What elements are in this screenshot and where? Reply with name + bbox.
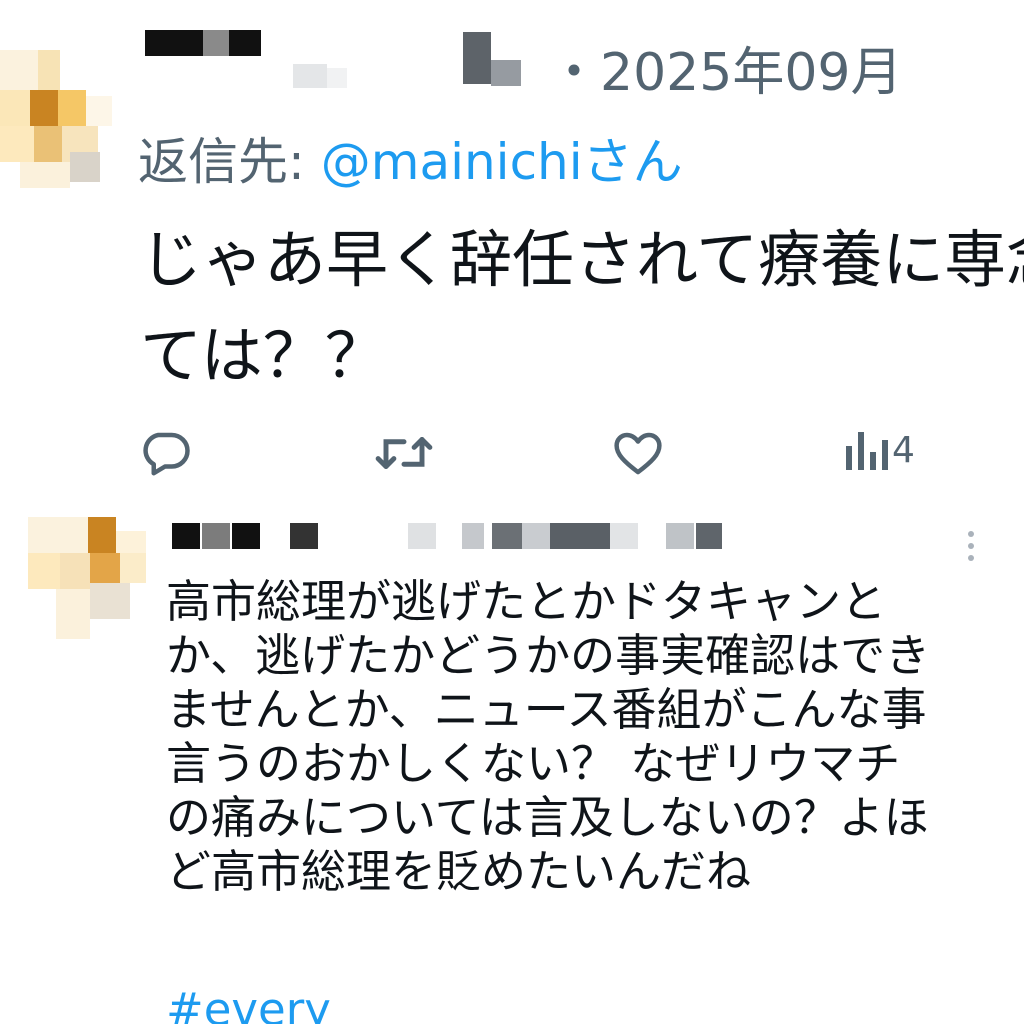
user-avatar[interactable] [28, 517, 148, 645]
reply-icon [143, 432, 190, 476]
heart-icon [614, 432, 662, 475]
tweet-text-line: ませんとか、ニュース番組がこんな事 [166, 683, 927, 736]
tweet-text: 高市総理が逃げたとかドタキャンと か、逃げたかどうかの事実確認はでき ませんとか… [166, 575, 1006, 899]
views-count: 4 [892, 429, 915, 471]
mention-link[interactable]: @mainichiさん [321, 133, 683, 191]
tweet-text-line: 高市総理が逃げたとかドタキャンと [166, 575, 887, 628]
replying-to: 返信先: @mainichiさん [138, 122, 683, 194]
reply-tweet-2[interactable]: 高市総理が逃げたとかドタキャンと か、逃げたかどうかの事実確認はでき ませんとか… [0, 505, 1024, 1024]
retweet-icon [375, 437, 433, 469]
tweet-text-line: ど高市総理を貶めたいんだね [166, 845, 752, 898]
more-vertical-icon [968, 531, 974, 537]
user-display-name-redacted[interactable] [172, 519, 752, 555]
like-button[interactable] [610, 426, 666, 480]
tweet-date[interactable]: ・2025年09月 [548, 30, 903, 105]
user-display-name-redacted[interactable] [145, 30, 545, 94]
more-options-button[interactable] [956, 523, 986, 569]
retweet-button[interactable] [374, 426, 434, 480]
replying-to-label: 返信先: [138, 133, 321, 191]
user-avatar[interactable] [0, 40, 112, 190]
tweet-text-line: か、逃げたかどうかの事実確認はでき [166, 629, 931, 682]
reply-button[interactable] [138, 426, 192, 480]
hashtag-link[interactable]: #every [166, 983, 331, 1024]
tweet-text-line: 言うのおかしくない？ なぜリウマチ [166, 737, 901, 790]
views-button[interactable]: 4 [844, 426, 915, 474]
reply-tweet-1[interactable]: ・2025年09月 返信先: @mainichiさん じゃあ早く辞任されて療養に… [0, 0, 1024, 505]
tweet-text: じゃあ早く辞任されて療養に専念し ては？？ [140, 223, 1024, 392]
tweet-text-line: の痛みについては言及しないの？よほ [166, 791, 929, 844]
views-icon [846, 432, 888, 470]
